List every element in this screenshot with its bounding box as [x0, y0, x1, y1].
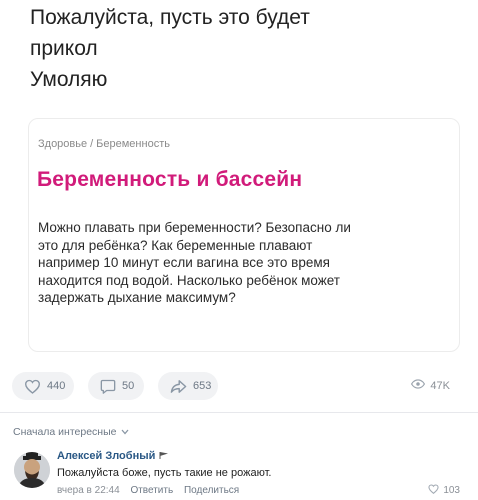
- comment-like-count: 103: [443, 485, 460, 496]
- share-button[interactable]: 653: [158, 372, 218, 400]
- post-text-line: прикол: [30, 37, 98, 60]
- comments-sort[interactable]: Сначала интересные: [13, 426, 129, 438]
- share-icon: [170, 379, 187, 394]
- eye-icon: [411, 379, 426, 392]
- breadcrumb: Здоровье / Беременность: [38, 138, 170, 150]
- breadcrumb-item[interactable]: Беременность: [96, 138, 170, 150]
- heart-icon: [428, 484, 439, 497]
- flag-icon: [159, 450, 169, 462]
- comment-time[interactable]: вчера в 22:44: [57, 485, 120, 496]
- article-body-line: например 10 минут если вагина все это вр…: [38, 255, 330, 270]
- comment-count: 50: [122, 380, 135, 392]
- comment-like-button[interactable]: 103: [428, 484, 460, 497]
- share-count: 653: [193, 380, 212, 392]
- like-count: 440: [47, 380, 66, 392]
- breadcrumb-item[interactable]: Здоровье: [38, 138, 87, 150]
- post-text-line: Пожалуйста, пусть это будет: [30, 6, 310, 29]
- reply-button[interactable]: Ответить: [130, 485, 173, 496]
- views-count: 47K: [430, 379, 450, 392]
- share-comment-button[interactable]: Поделиться: [184, 485, 239, 496]
- article-body-line: Можно плавать при беременности? Безопасн…: [38, 220, 351, 235]
- author-name: Алексей Злобный: [57, 450, 156, 462]
- like-button[interactable]: 440: [12, 372, 74, 400]
- article-body-line: задержать дыхание максимум?: [38, 290, 236, 305]
- article-body-line: это для ребёнка? Как беременные плавают: [38, 237, 313, 253]
- heart-icon: [24, 379, 41, 394]
- avatar[interactable]: [14, 452, 50, 488]
- post-text: Пожалуйста, пусть это будет прикол Умоля…: [30, 2, 450, 95]
- comment-item: Алексей Злобный Пожалуйста боже, пусть т…: [0, 444, 478, 500]
- comment-text: Пожалуйста боже, пусть такие не рожают.: [57, 467, 272, 479]
- post-text-line: Умоляю: [30, 68, 108, 91]
- comment-icon: [100, 379, 116, 394]
- comment-author[interactable]: Алексей Злобный: [57, 450, 169, 462]
- sort-label: Сначала интересные: [13, 426, 117, 438]
- divider: [0, 412, 478, 413]
- article-body: Можно плавать при беременности? Безопасн…: [38, 219, 446, 307]
- views-counter: 47K: [411, 379, 450, 392]
- chevron-down-icon: [121, 426, 129, 438]
- post-actions: 440 50 653 47K: [0, 372, 478, 402]
- article-title[interactable]: Беременность и бассейн: [37, 168, 302, 192]
- article-body-line: находится под водой. Насколько ребёнок м…: [38, 272, 340, 288]
- breadcrumb-separator: /: [90, 138, 94, 150]
- comment-button[interactable]: 50: [88, 372, 144, 400]
- comment-meta: вчера в 22:44 Ответить Поделиться: [57, 485, 247, 496]
